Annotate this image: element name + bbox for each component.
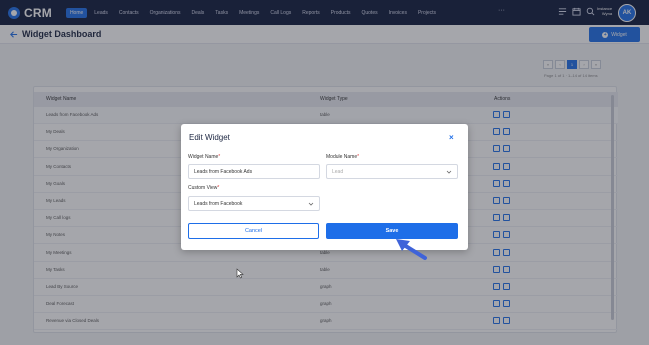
mouse-cursor-icon (236, 268, 244, 279)
cancel-button[interactable]: Cancel (188, 223, 319, 239)
chevron-down-icon (446, 170, 452, 174)
close-icon[interactable]: × (449, 133, 454, 142)
widget-name-label: Widget Name* (188, 154, 221, 160)
modal-title: Edit Widget (189, 133, 230, 142)
pointer-arrow-icon (396, 239, 427, 260)
module-name-select[interactable]: Lead (326, 164, 458, 179)
custom-view-select[interactable]: Leads from Facebook (188, 196, 320, 211)
module-name-label: Module Name* (326, 154, 360, 160)
custom-view-label: Custom View* (188, 185, 220, 191)
edit-widget-modal: Edit Widget × Widget Name* Leads from Fa… (181, 124, 468, 250)
widget-name-input[interactable]: Leads from Facebook Ads (188, 164, 320, 179)
chevron-down-icon (308, 202, 314, 206)
